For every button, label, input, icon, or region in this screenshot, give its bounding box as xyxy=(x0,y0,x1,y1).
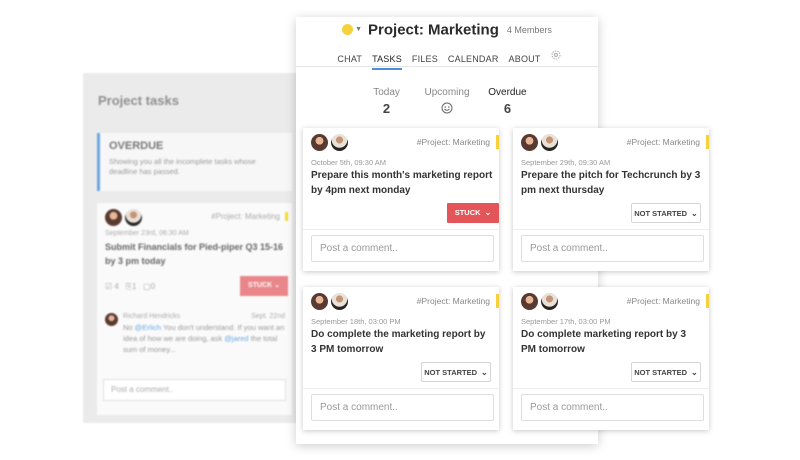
task-card[interactable]: #Project: Marketing September 18th, 03:0… xyxy=(303,287,499,430)
stat-today[interactable]: Today 2 xyxy=(363,87,411,116)
task-date: September 29th, 09:30 AM xyxy=(521,158,611,167)
comment: Richard Hendricks Sept. 22nd No @Erlich … xyxy=(105,311,285,355)
chevron-down-icon[interactable]: ▼ xyxy=(355,26,362,33)
task-date: September 17th, 03:00 PM xyxy=(521,317,611,326)
avatar xyxy=(521,134,538,152)
stat-upcoming[interactable]: Upcoming xyxy=(419,87,475,119)
avatar xyxy=(311,293,328,311)
stat-label: Upcoming xyxy=(424,87,470,98)
task-date: September 18th, 03:00 PM xyxy=(311,317,401,326)
screen: Project tasks OVERDUE Showing you all th… xyxy=(0,0,800,460)
subtask-icon: ☑ xyxy=(105,282,113,291)
tab-chat[interactable]: CHAT xyxy=(337,54,362,68)
background-task-card[interactable]: #Project: Marketing September 23rd, 06:3… xyxy=(97,203,292,415)
tab-about[interactable]: ABOUT xyxy=(509,54,541,68)
members-count[interactable]: 4 Members xyxy=(507,25,552,35)
task-title[interactable]: Do complete the marketing report by 3 PM… xyxy=(311,327,493,357)
comment-count: 0 xyxy=(150,282,156,291)
overdue-info-box: OVERDUE Showing you all the incomplete t… xyxy=(97,133,292,191)
project-tag[interactable]: #Project: Marketing xyxy=(417,294,499,308)
chevron-down-icon: ⌄ xyxy=(481,368,488,377)
tab-files[interactable]: FILES xyxy=(412,54,438,68)
stat-overdue[interactable]: Overdue 6 xyxy=(483,87,531,116)
project-title-row: ▼ Project: Marketing 4 Members xyxy=(296,21,598,39)
comment-input[interactable]: Post a comment.. xyxy=(311,235,494,262)
comment-time: Sept. 22nd xyxy=(251,313,285,320)
stat-label: Today xyxy=(373,87,400,98)
assignee-avatars xyxy=(311,293,351,311)
avatar xyxy=(541,134,558,152)
mention-link[interactable]: @Erlich xyxy=(135,323,161,332)
project-tag[interactable]: #Project: Marketing xyxy=(211,212,288,221)
project-tag[interactable]: #Project: Marketing xyxy=(417,135,499,149)
task-title: Submit Financials for Pied-piper Q3 15-1… xyxy=(105,242,284,266)
avatar xyxy=(541,293,558,311)
task-date: October 5th, 09:30 AM xyxy=(311,158,387,167)
task-counts: ☑ 4 ⎘1 ▢0 xyxy=(105,282,155,292)
avatar xyxy=(331,293,348,311)
avatar xyxy=(521,293,538,311)
background-project-tasks-panel: Project tasks OVERDUE Showing you all th… xyxy=(83,73,305,423)
task-stats: Today 2 Upcoming Overdue 6 xyxy=(296,87,598,119)
comment-input[interactable]: Post a comment.. xyxy=(521,394,704,421)
comment-input[interactable]: Post a comment.. xyxy=(521,235,704,262)
mention-link[interactable]: @jared xyxy=(224,334,248,343)
overdue-description: Showing you all the incomplete tasks who… xyxy=(109,157,256,176)
assignee-avatars xyxy=(521,293,561,311)
comment-avatar xyxy=(105,311,121,329)
chevron-down-icon: ⌄ xyxy=(484,208,492,217)
avatar xyxy=(311,134,328,152)
status-dropdown[interactable]: STUCK ⌄ xyxy=(447,203,499,223)
stat-value: 2 xyxy=(382,101,391,116)
tab-bar: CHAT TASKS FILES CALENDAR ABOUT xyxy=(296,49,598,70)
assignee-avatars xyxy=(311,134,351,152)
attachment-count: 1 xyxy=(131,282,137,291)
comment-input[interactable]: Post a comment.. xyxy=(103,379,286,401)
comment-input[interactable]: Post a comment.. xyxy=(311,394,494,421)
gear-icon[interactable] xyxy=(550,48,562,66)
project-title: Project: Marketing xyxy=(368,21,499,39)
subtask-count: 4 xyxy=(114,282,119,291)
task-title[interactable]: Do complete marketing report by 3 PM tom… xyxy=(521,327,703,357)
avatar xyxy=(331,134,348,152)
stat-label: Overdue xyxy=(488,87,527,98)
project-header: ▼ Project: Marketing 4 Members CHAT TASKS FI… xyxy=(296,17,598,70)
tab-tasks[interactable]: TASKS xyxy=(372,54,402,70)
project-tag[interactable]: #Project: Marketing xyxy=(627,294,709,308)
status-dropdown[interactable]: NOT STARTED ⌄ xyxy=(631,203,701,223)
overdue-heading: OVERDUE xyxy=(109,140,164,152)
project-color-dot[interactable] xyxy=(342,24,354,36)
comment-icon: ▢ xyxy=(143,282,151,291)
task-date: September 23rd, 06:30 AM xyxy=(105,230,189,237)
assignee-avatars xyxy=(521,134,561,152)
tab-calendar[interactable]: CALENDAR xyxy=(448,54,499,68)
task-card[interactable]: #Project: Marketing September 17th, 03:0… xyxy=(513,287,709,430)
task-card[interactable]: #Project: Marketing September 29th, 09:3… xyxy=(513,128,709,271)
task-title[interactable]: Prepare this month's marketing report by… xyxy=(311,168,493,198)
comment-text: No @Erlich You don't understand. If you … xyxy=(123,323,285,354)
chevron-down-icon: ⌄ xyxy=(691,209,698,218)
task-card[interactable]: #Project: Marketing October 5th, 09:30 A… xyxy=(303,128,499,271)
task-title[interactable]: Prepare the pitch for Techcrunch by 3 pm… xyxy=(521,168,703,198)
project-tag[interactable]: #Project: Marketing xyxy=(627,135,709,149)
project-tasks-title: Project tasks xyxy=(98,93,179,108)
status-dropdown[interactable]: NOT STARTED ⌄ xyxy=(631,362,701,382)
avatar xyxy=(105,209,145,227)
status-dropdown[interactable]: NOT STARTED ⌄ xyxy=(421,362,491,382)
stat-value: 6 xyxy=(503,101,512,116)
chevron-down-icon: ⌄ xyxy=(691,368,698,377)
comment-author: Richard Hendricks xyxy=(123,313,181,320)
status-dropdown-stuck[interactable]: STUCK ⌄ xyxy=(240,276,288,296)
smiley-icon xyxy=(419,101,475,119)
